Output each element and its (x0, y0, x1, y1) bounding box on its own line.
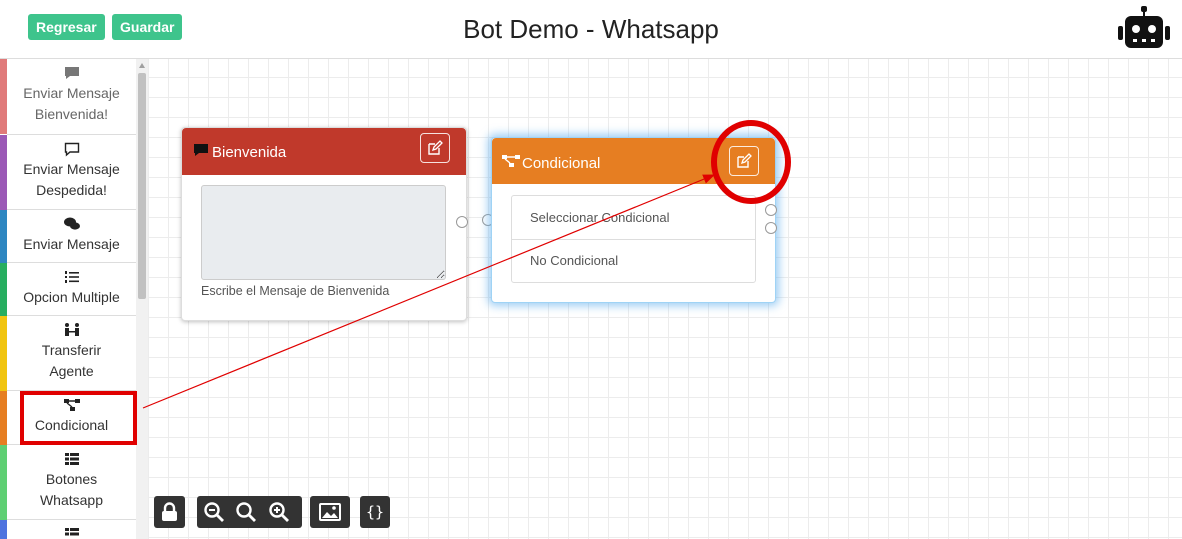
image-icon (319, 503, 341, 521)
annotation-circle (711, 120, 791, 204)
annotation-overlay (142, 120, 791, 409)
zoom-out-icon[interactable] (204, 502, 226, 522)
code-button[interactable]: {} (360, 496, 390, 528)
zoom-in-icon[interactable] (269, 502, 291, 522)
lock-button[interactable] (154, 496, 185, 528)
lock-icon (162, 502, 177, 521)
zoom-reset-icon[interactable] (236, 502, 258, 522)
export-image-button[interactable] (310, 496, 350, 528)
flow-canvas[interactable]: Bienvenida Escribe el Mensaje de Bienven… (142, 59, 1182, 539)
annotation-arrow (142, 174, 716, 409)
zoom-controls (197, 496, 302, 528)
annotation-highlight-box (20, 391, 137, 445)
